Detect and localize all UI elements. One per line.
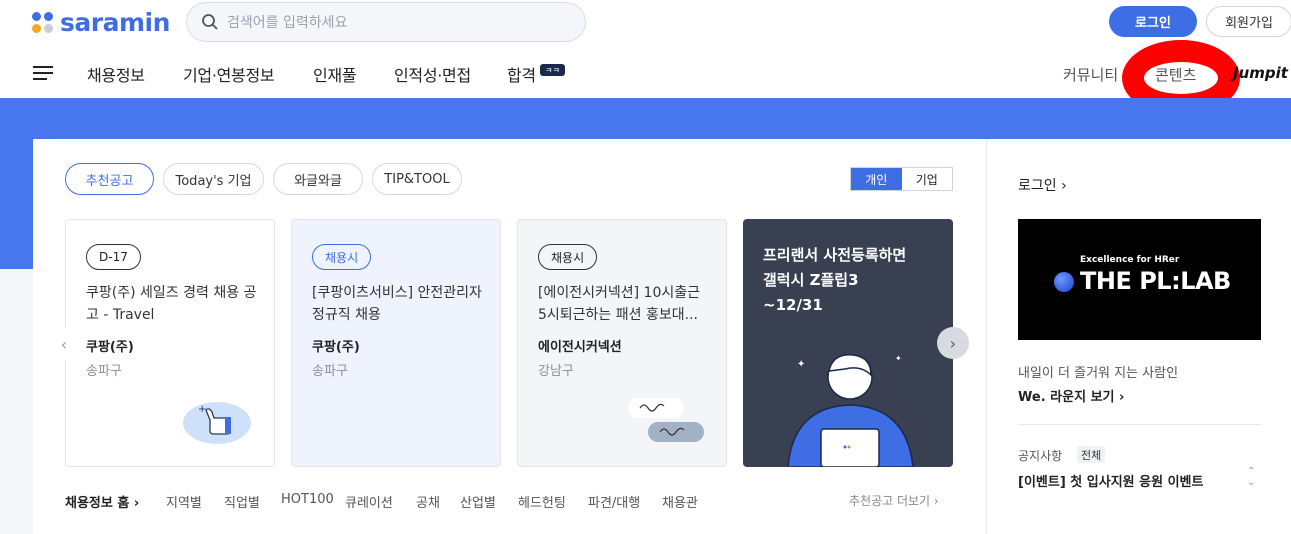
gnb-badge: ㅋㅋ — [540, 64, 565, 76]
job-title: [에이전시커넥션] 10시출근 5시퇴근하는 패션 홍보대... — [538, 285, 700, 323]
logo-dots-icon — [32, 11, 54, 34]
deadline-chip: D-17 — [86, 244, 141, 270]
logo-text: saramin — [60, 8, 170, 37]
header: saramin 검색어를 입력하세요 로그인 회원가입 채용정보 기업·연봉정보… — [0, 0, 1291, 116]
tab-tip-tool[interactable]: TIP&TOOL — [372, 163, 462, 195]
gnb-item-pass[interactable]: 합격 — [507, 62, 536, 86]
footer-link[interactable]: 채용관 — [662, 492, 698, 511]
job-card[interactable]: 채용시 [에이전시커넥션] 10시출근 5시퇴근하는 패션 홍보대... 에이전… — [517, 219, 727, 467]
svg-text:+: + — [198, 404, 206, 415]
footer-link[interactable]: 공채 — [416, 492, 440, 511]
footer-link[interactable]: 파견/대행 — [588, 492, 640, 511]
search-icon — [202, 14, 218, 30]
footer-link[interactable]: 헤드헌팅 — [518, 492, 566, 511]
jobs-home-link[interactable]: 채용정보 홈 › — [65, 492, 139, 511]
footer-link[interactable]: HOT100 — [281, 492, 334, 507]
notice-tag[interactable]: 전체 — [1077, 446, 1106, 463]
tab-today-company[interactable]: Today's 기업 — [163, 163, 264, 195]
gnb-item-jobs[interactable]: 채용정보 — [87, 62, 145, 86]
join-button[interactable]: 회원가입 — [1206, 6, 1291, 37]
lounge-link[interactable]: We. 라운지 보기 › — [1018, 386, 1124, 405]
thumbs-up-icon: + — [183, 402, 251, 444]
ad-big-text: THE PL:LAB — [1080, 267, 1231, 295]
freelancer-illustration: ✦ ✦ — [787, 354, 914, 467]
divider — [1018, 424, 1261, 425]
job-card[interactable]: 채용시 [쿠팡이츠서비스] 안전관리자 정규직 채용 쿠팡(주) 송파구 — [291, 219, 501, 467]
ad-banner[interactable]: Excellence for HRer THE PL:LAB — [1018, 219, 1261, 340]
lounge-description: 내일이 더 즐거워 지는 사람인 — [1018, 366, 1179, 381]
nav-community[interactable]: 커뮤니티 — [1063, 64, 1118, 85]
job-title: 쿠팡(주) 세일즈 경력 채용 공고 - Travel — [86, 285, 257, 323]
carousel-prev-button[interactable]: ‹ — [48, 328, 80, 360]
job-card[interactable]: D-17 쿠팡(주) 세일즈 경력 채용 공고 - Travel 쿠팡(주) 송… — [65, 219, 275, 467]
chat-bubbles-icon — [628, 398, 704, 442]
segment-company[interactable]: 기업 — [902, 168, 953, 190]
search-input[interactable]: 검색어를 입력하세요 — [186, 2, 586, 42]
svg-text:✦: ✦ — [797, 359, 805, 370]
tab-wagle[interactable]: 와글와글 — [273, 163, 363, 195]
ad-logo-icon — [1054, 272, 1074, 292]
login-button[interactable]: 로그인 — [1109, 6, 1197, 37]
footer-link[interactable]: 지역별 — [166, 492, 202, 511]
menu-icon[interactable] — [33, 66, 53, 80]
promo-line: 갤럭시 Z플립3 — [763, 271, 859, 289]
saramin-logo[interactable]: saramin — [32, 8, 170, 37]
job-title: [쿠팡이츠서비스] 안전관리자 정규직 채용 — [312, 285, 482, 323]
segment-personal[interactable]: 개인 — [851, 168, 902, 190]
side-login-link[interactable]: 로그인 › — [1018, 175, 1067, 195]
svg-text:✦: ✦ — [895, 354, 902, 363]
notice-scroll-icon[interactable]: ⌃ ⌄ — [1247, 466, 1255, 488]
promo-line: ~12/31 — [763, 296, 823, 314]
promo-banner[interactable]: 프리랜서 사전등록하면 갤럭시 Z플립3 ~12/31 ✦ ✦ — [743, 219, 953, 467]
jumpit-logo[interactable]: Jumpit — [1233, 64, 1288, 82]
footer-link[interactable]: 산업별 — [460, 492, 496, 511]
promo-text: 프리랜서 사전등록하면 갤럭시 Z플립3 ~12/31 — [763, 243, 906, 318]
notice-label: 공지사항 — [1018, 449, 1063, 463]
job-location: 송파구 — [86, 364, 122, 379]
company-name: 쿠팡(주) — [86, 340, 134, 355]
user-type-toggle[interactable]: 개인 기업 — [850, 167, 953, 191]
job-location: 강남구 — [538, 364, 574, 379]
carousel-next-button[interactable]: › — [937, 327, 969, 359]
company-name: 쿠팡(주) — [312, 340, 360, 355]
tab-recommend[interactable]: 추천공고 — [65, 163, 154, 195]
job-location: 송파구 — [312, 364, 348, 379]
gnb-item-company[interactable]: 기업·연봉정보 — [183, 62, 275, 86]
page-background — [0, 269, 33, 534]
footer-link[interactable]: 큐레이션 — [345, 492, 393, 511]
company-name: 에이전시커넥션 — [538, 340, 622, 355]
search-placeholder: 검색어를 입력하세요 — [227, 15, 348, 31]
promo-line: 프리랜서 사전등록하면 — [763, 246, 907, 264]
gnb-item-talent[interactable]: 인재풀 — [313, 62, 357, 86]
notice-text[interactable]: [이벤트] 첫 입사지원 응원 이벤트 — [1018, 471, 1203, 490]
footer-link[interactable]: 직업별 — [224, 492, 260, 511]
ad-small-text: Excellence for HRer — [1080, 255, 1180, 265]
more-recommend-link[interactable]: 추천공고 더보기 › — [849, 492, 939, 509]
gnb-item-interview[interactable]: 인적성·면접 — [394, 62, 471, 86]
deadline-chip: 채용시 — [538, 244, 598, 270]
deadline-chip: 채용시 — [312, 244, 372, 270]
